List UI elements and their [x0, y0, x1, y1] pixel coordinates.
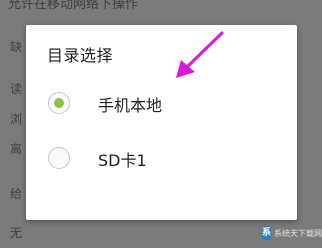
directory-select-dialog: 目录选择 手机本地 SD卡1: [26, 25, 297, 220]
radio-unselected-dot: [54, 153, 64, 163]
watermark-text: 系统天下载网: [274, 228, 322, 238]
radio-phone-local[interactable]: [48, 92, 70, 114]
background-row-label: 浏: [10, 112, 23, 126]
radio-sd-card[interactable]: [48, 147, 70, 169]
background-row-label: 给: [10, 187, 23, 201]
option-label-sd-card: SD卡1: [98, 151, 147, 170]
option-sd-card[interactable]: SD卡1: [26, 139, 297, 179]
watermark-logo-icon: 系: [262, 226, 272, 240]
background-row-label: 缺: [10, 40, 23, 54]
option-phone-local[interactable]: 手机本地: [26, 84, 297, 124]
option-label-phone-local: 手机本地: [98, 96, 163, 115]
background-row-label: 读: [10, 82, 23, 96]
dialog-title: 目录选择: [47, 46, 114, 65]
background-row-label: 无: [10, 226, 23, 240]
background-setting-text: 允许在移动网络下操作: [8, 0, 139, 12]
watermark: 系 系统天下载网: [262, 224, 322, 242]
background-row-label: 离: [10, 142, 23, 156]
radio-selected-dot: [53, 97, 64, 108]
